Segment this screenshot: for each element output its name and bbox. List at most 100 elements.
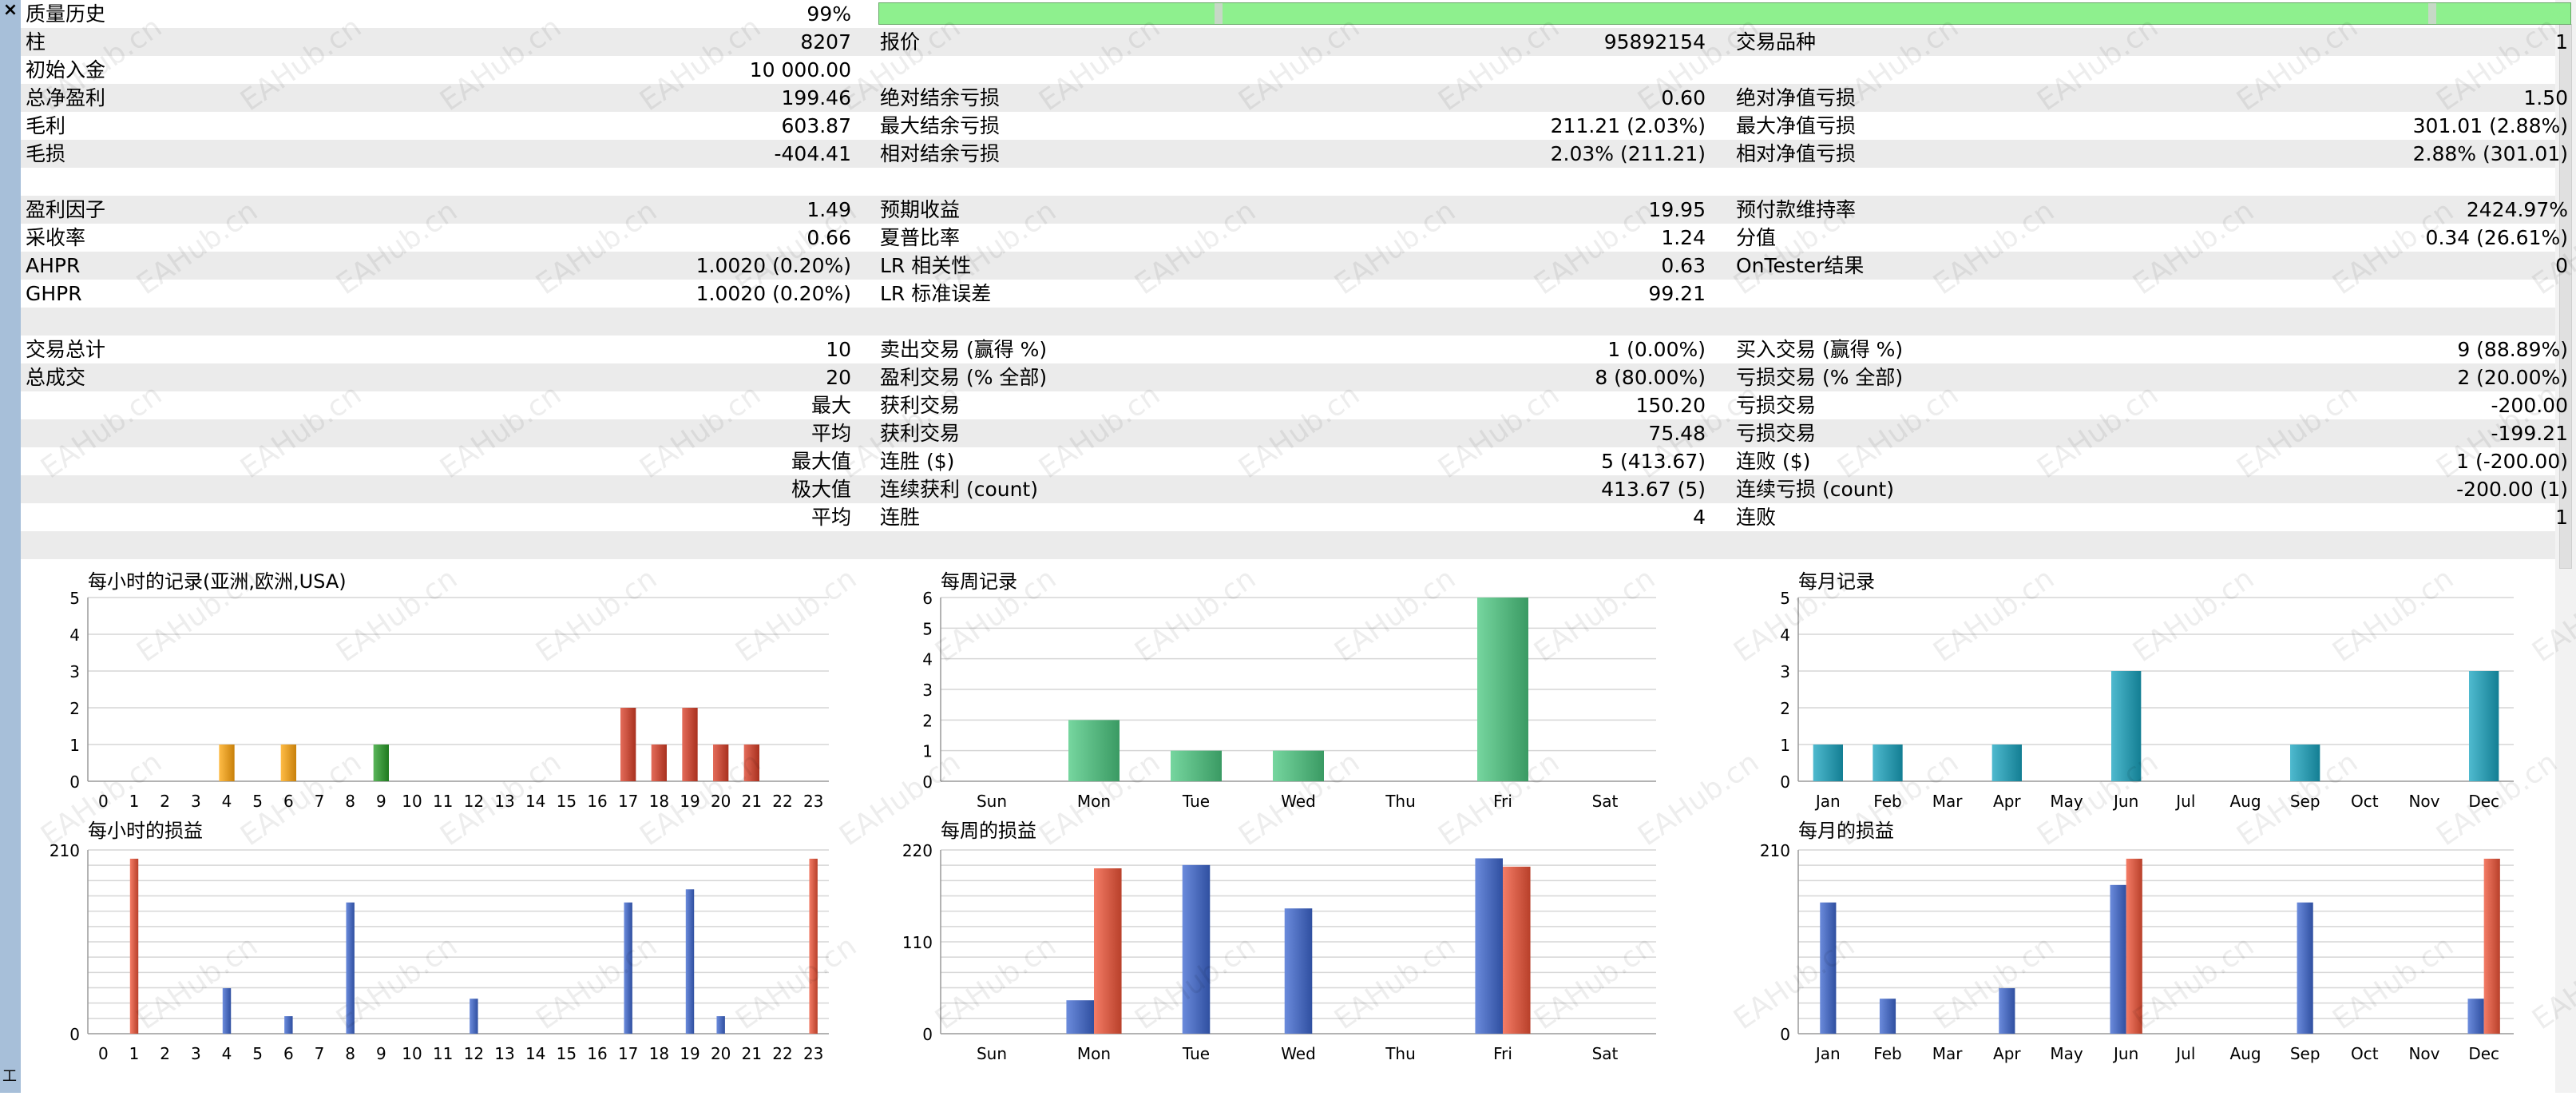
x-tick-label: 13 <box>494 1044 514 1063</box>
loss-bar <box>809 858 818 1034</box>
x-tick-label: 21 <box>742 792 762 811</box>
stat-label: 卖出交易 (赢得 %) <box>880 338 1048 361</box>
x-tick-label: 5 <box>252 792 263 811</box>
x-tick-label: May <box>2050 1044 2083 1063</box>
profit-bar <box>2110 884 2126 1034</box>
stat-label <box>880 56 1327 84</box>
stat-value <box>1266 56 1706 84</box>
y-tick-label: 5 <box>69 589 80 608</box>
stat-value: 603.87 <box>781 114 851 137</box>
stat-label: 毛利 <box>26 114 66 137</box>
stat-value: 75.48 <box>1648 422 1706 445</box>
y-tick-label: 0 <box>69 772 80 792</box>
quality-bar-marker <box>2428 3 2436 24</box>
y-tick-label: 1 <box>69 736 80 755</box>
stats-row: AHPR 1.0020 (0.20%) LR 相关性 0.63 OnTester结果 0 <box>21 252 2568 280</box>
stat-label: 采收率 <box>26 226 86 249</box>
stat-label: 盈利交易 (% 全部) <box>880 366 1048 389</box>
x-tick-label: Apr <box>1993 1044 2021 1063</box>
x-tick-label: 14 <box>525 792 545 811</box>
stat-label <box>880 531 1327 559</box>
y-tick-label: 210 <box>1760 841 1790 860</box>
profit-bar <box>1879 999 1896 1034</box>
stat-value: 9 (88.89%) <box>2457 338 2568 361</box>
stat-value: 8207 <box>800 30 851 54</box>
stats-row: 平均 连胜 4 连败 1 <box>21 503 2568 531</box>
x-tick-label: 23 <box>803 1044 823 1063</box>
y-tick-label: 6 <box>922 589 933 608</box>
stat-value <box>1266 531 1706 559</box>
chart-title: 每小时的记录(亚洲,欧洲,USA) <box>88 570 347 593</box>
stat-value: 1 <box>2555 30 2568 54</box>
stat-label: 毛损 <box>26 142 66 165</box>
stat-value: 19.95 <box>1648 198 1706 221</box>
stat-value: 0.34 (26.61%) <box>2425 226 2568 249</box>
x-tick-label: 19 <box>680 1044 699 1063</box>
x-tick-label: Jun <box>2112 1044 2138 1063</box>
stats-row <box>21 308 2555 336</box>
x-tick-label: Fri <box>1493 1044 1512 1063</box>
stat-value: 99.21 <box>1648 282 1706 305</box>
x-tick-label: 7 <box>315 792 325 811</box>
stat-value <box>2041 280 2568 308</box>
x-tick-label: 16 <box>587 792 607 811</box>
stat-label: 总净盈利 <box>26 86 106 109</box>
stat-label: 连续获利 (count) <box>880 478 1038 501</box>
x-tick-label: Mon <box>1077 792 1111 811</box>
x-tick-label: 2 <box>160 1044 170 1063</box>
x-tick-label: 6 <box>283 792 294 811</box>
x-tick-label: Jul <box>2174 792 2195 811</box>
y-tick-label: 3 <box>922 681 933 700</box>
x-tick-label: 16 <box>587 1044 607 1063</box>
chart-bar <box>1813 745 1843 781</box>
stats-row <box>21 168 2555 196</box>
chart-bar <box>1171 750 1222 781</box>
stat-value: 2424.97% <box>2466 198 2568 221</box>
stat-label: 连胜 <box>880 506 921 529</box>
stat-value: 10 <box>826 338 851 361</box>
stat-value: 平均 <box>810 422 851 445</box>
history-quality-bar <box>878 2 2571 25</box>
x-tick-label: 17 <box>618 792 638 811</box>
charts-svg: 每小时的记录(亚洲,欧洲,USA)0123450 1 2 3 4 5 6 7 8 9 10 11 12 1… <box>50 570 2514 1063</box>
y-tick-label: 2 <box>69 699 80 718</box>
close-icon[interactable]: × <box>2 2 19 19</box>
side-tab-label[interactable]: 工 <box>2 1069 17 1085</box>
chart-bar <box>743 745 759 781</box>
y-tick-label: 0 <box>69 1025 80 1044</box>
stat-value: 0 <box>2555 254 2568 277</box>
stat-value <box>404 308 851 336</box>
stats-table: 质量历史 99% 柱 8207 报价 95892154 交易品种 1 初始入金 10 000.00… <box>21 0 2571 564</box>
stat-label <box>26 308 377 336</box>
stats-row: 最大值 连胜 ($) 5 (413.67) 连败 ($) 1 (-200.00) <box>21 447 2568 475</box>
stat-label: 最大结余亏损 <box>880 114 1001 137</box>
stat-value: 0.66 <box>806 226 851 249</box>
x-tick-label: 0 <box>98 1044 109 1063</box>
stat-value: -404.41 <box>774 142 852 165</box>
x-tick-label: 17 <box>618 1044 638 1063</box>
x-tick-label: 10 <box>402 792 422 811</box>
x-tick-label: May <box>2050 792 2083 811</box>
stat-label: LR 相关性 <box>880 254 972 277</box>
x-tick-label: 10 <box>402 1044 422 1063</box>
stats-row: 极大值 连续获利 (count) 413.67 (5) 连续亏损 (count) -20… <box>21 475 2568 503</box>
profit-bar <box>624 902 632 1034</box>
x-tick-label: Mar <box>1932 1044 1964 1063</box>
x-tick-label: 3 <box>191 792 201 811</box>
loss-bar <box>2483 858 2500 1034</box>
chart-bar <box>1068 720 1120 781</box>
x-tick-label: 14 <box>525 1044 545 1063</box>
y-tick-label: 0 <box>1780 1025 1790 1044</box>
x-tick-label: 8 <box>345 1044 355 1063</box>
profit-bar <box>1820 902 1837 1034</box>
x-tick-label: Dec <box>2468 792 2499 811</box>
y-tick-label: 4 <box>922 650 933 669</box>
stats-row: 毛利 603.87 最大结余亏损 211.21 (2.03%) 最大净值亏损 301.01… <box>21 112 2568 140</box>
x-tick-label: Wed <box>1281 792 1316 811</box>
y-tick-label: 1 <box>922 742 933 761</box>
chart-bar <box>1477 598 1528 781</box>
stats-row: 柱 8207 报价 95892154 交易品种 1 <box>21 28 2568 56</box>
stats-row: GHPR 1.0020 (0.20%) LR 标准误差 99.21 <box>21 280 2555 308</box>
stat-value: 4 <box>1693 506 1706 529</box>
loss-bar <box>1503 866 1531 1034</box>
